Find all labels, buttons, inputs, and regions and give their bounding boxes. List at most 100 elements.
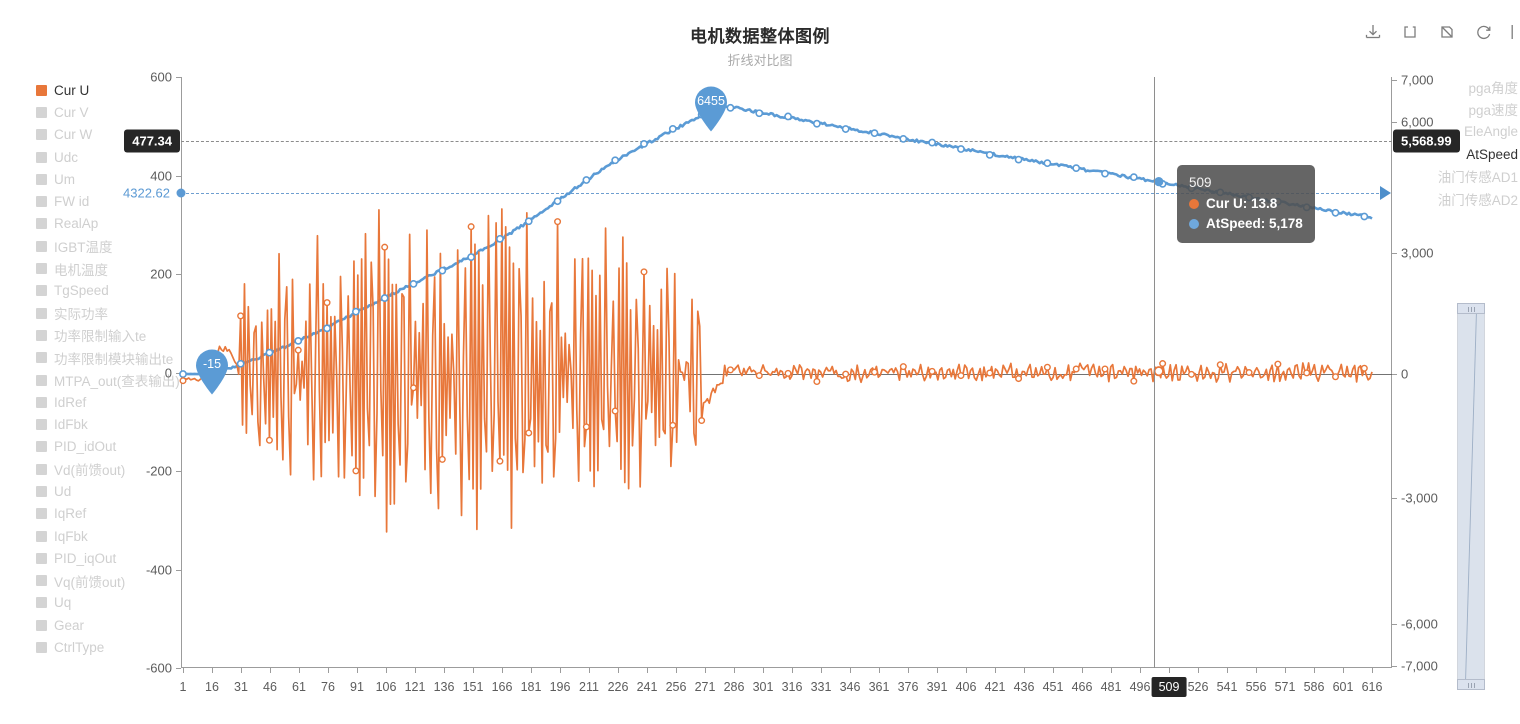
x-axis-tick-label: 1 xyxy=(179,680,187,694)
x-axis-tick-label: 316 xyxy=(781,680,803,694)
x-axis-tick xyxy=(1198,668,1199,673)
series-symbol-atspeed xyxy=(1187,184,1196,193)
zoom-restore-icon[interactable] xyxy=(1437,22,1457,42)
x-axis-tick-label: 526 xyxy=(1187,680,1209,694)
x-axis-tick xyxy=(1227,668,1228,673)
legend-item-label: MTPA_out(查表输出) xyxy=(54,374,180,389)
legend-item-mtpa-out[interactable]: MTPA_out(查表输出) xyxy=(36,369,180,391)
legend-item-pga[interactable]: pga速度 xyxy=(1438,98,1518,120)
legend-item-te[interactable]: 功率限制输入te xyxy=(36,324,180,346)
legend-item-tgspeed[interactable]: TgSpeed xyxy=(36,280,180,302)
series-symbol-cur-u xyxy=(1187,370,1195,378)
zoom-area-icon[interactable] xyxy=(1400,22,1420,42)
legend-marker-icon xyxy=(36,441,47,453)
x-axis-pointer-label: 509 xyxy=(1151,677,1187,697)
plot-area[interactable]: 600 400 200 0 -200 -400 -600 7,000 6,000 3,000 0 -… xyxy=(123,70,1460,697)
download-icon[interactable] xyxy=(1363,22,1383,42)
legend-item-iqfbk[interactable]: IqFbk xyxy=(36,525,180,547)
series-symbol-cur-u xyxy=(1245,369,1253,377)
refresh-icon[interactable] xyxy=(1474,22,1494,42)
legend-marker-icon xyxy=(36,396,47,408)
x-axis-tick xyxy=(589,668,590,673)
series-symbol-cur-u xyxy=(525,429,533,437)
series-symbol-atspeed xyxy=(351,307,360,316)
series-symbol-atspeed xyxy=(1216,188,1225,197)
x-axis-tick xyxy=(183,668,184,673)
legend-marker-icon xyxy=(36,151,47,163)
legend-item-label: FW id xyxy=(54,194,90,210)
legend-item-ud[interactable]: Ud xyxy=(36,480,180,502)
legend-item-ctrltype[interactable]: CtrlType xyxy=(36,636,180,658)
legend-item-ad2[interactable]: 油门传感AD2 xyxy=(1438,187,1518,209)
series-symbol-atspeed xyxy=(640,139,648,148)
legend-item-idref[interactable]: IdRef xyxy=(36,391,180,413)
series-symbol-atspeed xyxy=(323,324,331,333)
legend-item-cur-v[interactable]: Cur V xyxy=(36,101,180,123)
x-axis-tick-label: 346 xyxy=(839,680,861,694)
data-zoom-handle-top[interactable] xyxy=(1457,303,1485,314)
y-axis-right-tick-label: 7,000 xyxy=(1401,72,1434,88)
x-axis-tick xyxy=(995,668,996,673)
markpoint-max: 6455 xyxy=(692,85,730,132)
legend-item-pid-idout[interactable]: PID_idOut xyxy=(36,436,180,458)
series-symbol-atspeed xyxy=(1331,208,1340,217)
x-axis-tick-label: 301 xyxy=(752,680,774,694)
legend-item-label: PID_iqOut xyxy=(54,550,117,566)
legend-marker-icon xyxy=(36,106,47,118)
series-symbol-atspeed xyxy=(1245,193,1253,202)
x-axis-tick-label: 46 xyxy=(263,680,277,694)
series-symbol-atspeed xyxy=(467,253,476,261)
x-axis-tick-label: 16 xyxy=(205,680,219,694)
legend-marker-icon xyxy=(36,263,47,275)
x-axis-tick xyxy=(560,668,561,673)
data-zoom-slider[interactable] xyxy=(1457,303,1485,690)
series-symbol-cur-u xyxy=(784,369,792,377)
data-zoom-handle-bottom[interactable] xyxy=(1457,679,1485,690)
series-symbol-cur-u xyxy=(438,455,446,463)
legend-item-label: Vd(前馈out) xyxy=(54,463,126,479)
axis-pointer-label-left-secondary: 4322.62 xyxy=(123,185,170,201)
legend-marker-icon xyxy=(36,374,47,386)
series-symbol-cur-u xyxy=(294,346,302,354)
legend-item-uq[interactable]: Uq xyxy=(36,592,180,614)
legend-item-gear[interactable]: Gear xyxy=(36,614,180,636)
legend-marker-icon xyxy=(36,173,47,185)
legend-item-realap[interactable]: RealAp xyxy=(36,213,180,235)
series-symbol-cur-u xyxy=(467,223,475,231)
x-axis-tick xyxy=(1111,668,1112,673)
y-axis-left-tick-label: -200 xyxy=(145,463,172,479)
x-axis-tick xyxy=(966,668,967,673)
x-axis-tick xyxy=(647,668,648,673)
y-axis-left-tick-label: -400 xyxy=(145,562,172,577)
axis-pointer-vertical-line xyxy=(1154,77,1155,668)
legend-item-iqref[interactable]: IqRef xyxy=(36,503,180,525)
series-symbol-cur-u xyxy=(1101,365,1109,373)
legend-marker-icon xyxy=(36,285,47,297)
series-symbol-cur-u xyxy=(1130,377,1138,385)
legend-item-label: IqRef xyxy=(54,506,87,522)
legend-item-pga[interactable]: pga角度 xyxy=(1438,76,1518,98)
legend-item-idfbk[interactable]: IdFbk xyxy=(36,413,180,435)
series-symbol-atspeed xyxy=(870,129,879,138)
x-axis-tick xyxy=(821,668,822,673)
legend-marker-icon xyxy=(36,463,47,475)
series-symbol-cur-u xyxy=(352,467,360,475)
legend-marker-icon xyxy=(36,352,47,364)
legend-item-te[interactable]: 功率限制模块输出te xyxy=(36,347,180,369)
x-axis-tick xyxy=(386,668,387,673)
series-symbol-cur-u xyxy=(871,368,879,376)
legend-item-label: IGBT温度 xyxy=(54,240,113,256)
x-axis-tick-label: 271 xyxy=(694,680,716,694)
series-symbol-atspeed xyxy=(294,336,303,345)
x-axis-tick xyxy=(850,668,851,673)
legend-item-label: EleAngle xyxy=(1463,124,1518,140)
legend-item-ad1[interactable]: 油门传感AD1 xyxy=(1438,165,1518,187)
legend-item-label: Uq xyxy=(54,595,72,611)
legend-item-igbt[interactable]: IGBT温度 xyxy=(36,235,180,257)
series-symbol-atspeed xyxy=(985,151,994,159)
series-symbol-cur-u xyxy=(582,423,590,431)
legend-item-[interactable]: 实际功率 xyxy=(36,302,180,324)
series-symbol-cur-u xyxy=(698,417,706,425)
y-axis-right-tick-label: -6,000 xyxy=(1401,616,1438,632)
series-symbol-atspeed xyxy=(1273,197,1282,206)
